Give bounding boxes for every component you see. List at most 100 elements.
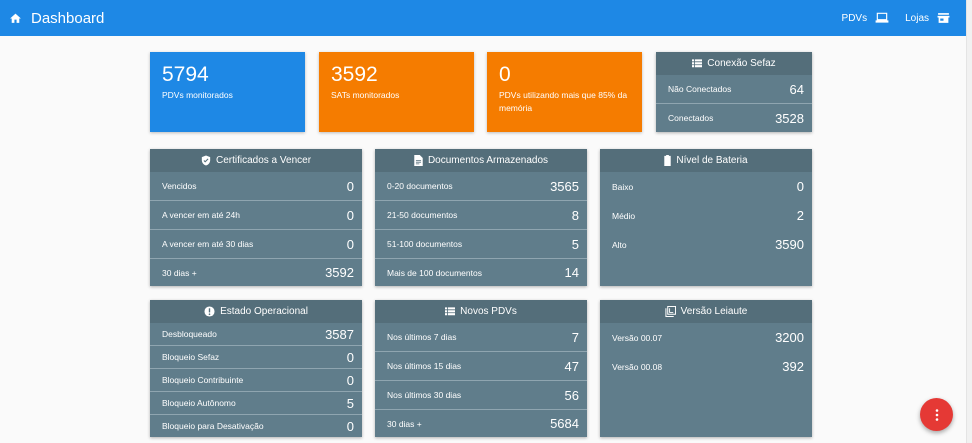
list-item: A vencer em até 30 dias 0 — [150, 230, 362, 259]
row-value: 3565 — [550, 178, 579, 194]
stat-label: PDVs utilizando mais que 85% da memória — [499, 90, 628, 113]
lojas-button[interactable]: Lojas — [905, 12, 950, 24]
list-item: Conectados 3528 — [656, 104, 812, 132]
stat-sats-monitorados: 3592 SATs monitorados — [319, 52, 474, 132]
stat-pdvs-memoria: 0 PDVs utilizando mais que 85% da memóri… — [487, 52, 642, 132]
stat-label: PDVs monitorados — [162, 90, 233, 100]
row-label: Bloqueio Contribuinte — [162, 375, 244, 385]
list-item: Alto 3590 — [600, 230, 812, 259]
card-novos-pdvs: Novos PDVs Nos últimos 7 dias 7 Nos últi… — [375, 300, 587, 437]
row-value: 7 — [571, 329, 579, 345]
list-item: Mais de 100 documentos 14 — [375, 259, 587, 286]
list-item: Nos últimos 7 dias 7 — [375, 323, 587, 352]
card-title: Certificados a Vencer — [215, 155, 312, 166]
card-certificados: Certificados a Vencer Vencidos 0 A vence… — [150, 149, 362, 286]
card-header: Estado Operacional — [150, 300, 362, 323]
stat-value: 5794 — [162, 63, 209, 86]
card-header: Nível de Bateria — [600, 149, 812, 172]
list-item: Versão 00.08 392 — [600, 352, 812, 381]
list-item: 30 dias + 5684 — [375, 410, 587, 437]
row-value: 2 — [796, 208, 804, 223]
list-item: Não Conectados 64 — [656, 75, 812, 104]
card-title: Novos PDVs — [460, 306, 517, 317]
list-item: Bloqueio Autônomo 5 — [150, 392, 362, 415]
list-item: 51-100 documentos 5 — [375, 230, 587, 259]
row-label: Alto — [612, 239, 627, 250]
row-label: Nos últimos 15 dias — [387, 361, 462, 371]
list-item: 21-50 documentos 8 — [375, 201, 587, 230]
row-value: 8 — [571, 207, 579, 223]
card-header: Certificados a Vencer — [150, 149, 362, 172]
pdvs-label: PDVs — [841, 12, 868, 24]
row-label: Vencidos — [162, 181, 197, 191]
page-title: Dashboard — [31, 9, 105, 27]
row-label: 30 dias + — [162, 267, 197, 278]
list-icon — [692, 59, 703, 68]
row-label: 51-100 documentos — [387, 239, 463, 249]
laptop-icon — [875, 12, 889, 23]
card-title: Documentos Armazenados — [427, 155, 549, 166]
card-versao-leiaute: Versão Leiaute Versão 00.07 3200 Versão … — [600, 300, 812, 437]
list-item: 0-20 documentos 3565 — [375, 172, 587, 201]
page-scrollbar[interactable] — [966, 0, 972, 443]
top-app-bar: Dashboard PDVs Lojas — [0, 0, 966, 36]
row-value: 0 — [346, 236, 354, 252]
row-label: Mais de 100 documentos — [387, 267, 482, 278]
row-value: 14 — [564, 265, 579, 280]
row-value: 5 — [571, 236, 579, 252]
row-value: 3587 — [325, 326, 354, 342]
list-item: Médio 2 — [600, 201, 812, 230]
list-item: Bloqueio Sefaz 0 — [150, 346, 362, 369]
list-item: Nos últimos 30 dias 56 — [375, 381, 587, 410]
row-value: 3592 — [325, 265, 354, 280]
row-value: 0 — [796, 179, 804, 194]
card-header: Conexão Sefaz — [656, 52, 812, 75]
row-label: Bloqueio para Desativação — [162, 421, 264, 431]
row-label: 21-50 documentos — [387, 210, 458, 220]
card-title: Estado Operacional — [220, 306, 308, 317]
row-label: Nos últimos 30 dias — [387, 390, 462, 400]
row-label: Versão 00.08 — [612, 361, 663, 372]
card-estado-operacional: Estado Operacional Desbloqueado 3587 Blo… — [150, 300, 362, 437]
battery-icon — [664, 155, 672, 166]
row-label: A vencer em até 30 dias — [162, 239, 254, 249]
fab-more-button[interactable] — [920, 398, 953, 431]
row-label: Conectados — [668, 113, 714, 123]
row-value: 56 — [564, 387, 579, 403]
pdvs-button[interactable]: PDVs — [842, 12, 890, 24]
row-value: 3590 — [775, 237, 804, 252]
row-value: 0 — [346, 418, 354, 434]
card-header: Versão Leiaute — [600, 300, 812, 323]
list-item: Nos últimos 15 dias 47 — [375, 352, 587, 381]
stat-label: SATs monitorados — [331, 90, 400, 100]
row-value: 0 — [346, 207, 354, 223]
card-title: Versão Leiaute — [680, 306, 748, 317]
list-item: A vencer em até 24h 0 — [150, 201, 362, 230]
card-conexao-sefaz: Conexão Sefaz Não Conectados 64 Conectad… — [656, 52, 812, 132]
stat-pdvs-monitorados: 5794 PDVs monitorados — [150, 52, 305, 132]
card-bateria: Nível de Bateria Baixo 0 Médio 2 Alto 35… — [600, 149, 812, 286]
row-label: Não Conectados — [668, 84, 732, 94]
row-value: 3200 — [775, 330, 804, 345]
row-label: Médio — [612, 210, 636, 221]
row-value: 5684 — [550, 416, 579, 431]
row-value: 0 — [346, 349, 354, 365]
row-value: 5 — [346, 395, 354, 411]
row-value: 0 — [346, 372, 354, 388]
stat-value: 0 — [499, 63, 511, 86]
list-item: 30 dias + 3592 — [150, 259, 362, 286]
row-label: Baixo — [612, 181, 634, 192]
list-item: Desbloqueado 3587 — [150, 323, 362, 346]
row-label: Bloqueio Autônomo — [162, 398, 236, 408]
card-title: Conexão Sefaz — [707, 58, 776, 69]
row-label: Nos últimos 7 dias — [387, 332, 457, 342]
row-value: 47 — [564, 358, 579, 374]
card-documentos: Documentos Armazenados 0-20 documentos 3… — [375, 149, 587, 286]
row-label: Desbloqueado — [162, 329, 217, 339]
row-label: Versão 00.07 — [612, 332, 663, 343]
row-label: A vencer em até 24h — [162, 210, 240, 220]
home-icon[interactable] — [4, 7, 26, 29]
row-label: 30 dias + — [387, 418, 422, 429]
list-icon — [445, 307, 456, 316]
card-header: Documentos Armazenados — [375, 149, 587, 172]
